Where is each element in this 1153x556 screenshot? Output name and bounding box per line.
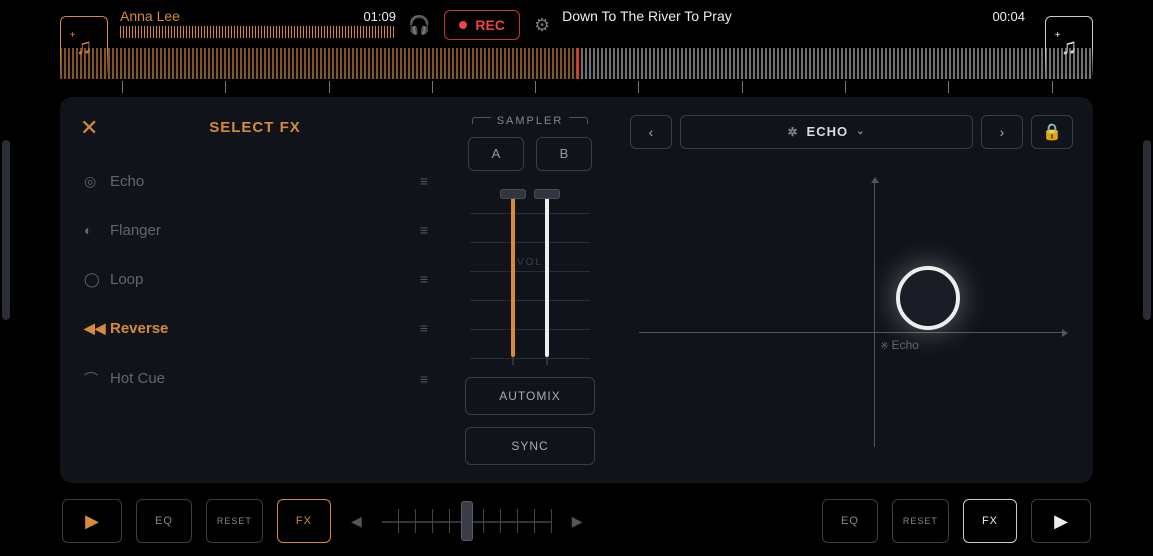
fx-selector-dropdown[interactable]: ✲ ECHO ⌄	[680, 115, 973, 149]
drag-handle-icon[interactable]: ≡	[420, 271, 426, 287]
fx-prev-button[interactable]: ‹	[630, 115, 672, 149]
sampler-a-button[interactable]: A	[468, 137, 524, 171]
volume-faders: VOL	[470, 185, 590, 365]
fx-next-button[interactable]: ›	[981, 115, 1023, 149]
xy-y-axis	[874, 181, 875, 447]
echo-fx-icon: ◎	[84, 173, 110, 190]
fx-active-icon: ✲	[787, 125, 798, 139]
fx-item-flanger[interactable]: ◐ Flanger ≡	[80, 208, 430, 253]
close-fx-panel-button[interactable]: ✕	[80, 115, 110, 141]
reset-button-a[interactable]: RESET	[206, 499, 263, 543]
main-panel: ✕ SELECT FX ◎ Echo ≡ ◐ Flanger ≡ ◯ Loop …	[60, 97, 1093, 483]
fx-select-panel: ✕ SELECT FX ◎ Echo ≡ ◐ Flanger ≡ ◯ Loop …	[80, 115, 430, 465]
waveform-deck-a	[60, 48, 577, 79]
reset-button-b[interactable]: RESET	[892, 499, 949, 543]
deck-b-info: Down To The River To Pray 00:04	[550, 8, 1037, 24]
crossfader-knob[interactable]	[461, 501, 473, 541]
beat-grid-ticks	[60, 81, 1093, 93]
drag-handle-icon[interactable]: ≡	[420, 371, 426, 387]
play-icon: ▶	[1054, 511, 1068, 532]
deck-a-mini-waveform[interactable]	[120, 26, 396, 38]
deck-a-time: 01:09	[363, 9, 396, 24]
sampler-mixer-panel: SAMPLER A B VOL AUTOMIX SYNC	[450, 115, 610, 465]
fx-button-a[interactable]: FX	[277, 499, 331, 543]
xy-origin-label: Echo	[880, 338, 919, 352]
transport-bar: ▶ EQ RESET FX ◀ ▶ EQ RESET FX ▶	[60, 495, 1093, 548]
fx-list: ◎ Echo ≡ ◐ Flanger ≡ ◯ Loop ≡ ◀◀ Reverse	[80, 159, 430, 403]
headphones-icon[interactable]: 🎧	[408, 15, 430, 36]
play-button-b[interactable]: ▶	[1031, 499, 1091, 543]
fx-selector-label: ECHO	[807, 124, 849, 139]
fx-xy-panel: ‹ ✲ ECHO ⌄ › 🔒 Echo	[630, 115, 1073, 465]
crossfader[interactable]	[382, 499, 552, 543]
fx-button-b[interactable]: FX	[963, 499, 1017, 543]
sampler-b-button[interactable]: B	[536, 137, 592, 171]
nudge-right-b[interactable]: ▶	[566, 513, 589, 530]
waveform-deck-b	[577, 48, 1094, 79]
volume-fader-a[interactable]	[510, 189, 516, 365]
lock-icon: 🔒	[1042, 122, 1062, 142]
hotcue-fx-icon: ⌒	[84, 369, 110, 389]
deck-b-time: 00:04	[992, 9, 1025, 24]
fx-panel-title: SELECT FX	[110, 119, 400, 136]
loop-fx-icon: ◯	[84, 271, 110, 288]
record-button[interactable]: REC	[444, 10, 520, 40]
xy-cursor-handle[interactable]	[896, 266, 960, 330]
sampler-section-label: SAMPLER	[472, 115, 589, 127]
fx-item-echo[interactable]: ◎ Echo ≡	[80, 159, 430, 204]
fx-lock-button[interactable]: 🔒	[1031, 115, 1073, 149]
volume-fader-b[interactable]	[544, 189, 550, 365]
deck-a-title: Anna Lee	[120, 8, 180, 24]
xy-x-axis	[639, 332, 1064, 333]
play-icon: ▶	[85, 511, 99, 532]
chevron-down-icon: ⌄	[856, 126, 865, 137]
flanger-fx-icon: ◐	[84, 222, 110, 238]
header-center-controls: 🎧 REC ⚙	[408, 8, 550, 40]
eq-button-a[interactable]: EQ	[136, 499, 192, 543]
deck-b-title: Down To The River To Pray	[562, 8, 732, 24]
record-label: REC	[475, 17, 505, 33]
settings-gear-icon[interactable]: ⚙	[534, 15, 550, 36]
drag-handle-icon[interactable]: ≡	[420, 222, 426, 238]
fx-item-reverse[interactable]: ◀◀ Reverse ≡	[80, 306, 430, 351]
main-waveform[interactable]	[60, 48, 1093, 79]
vol-label: VOL	[517, 257, 543, 268]
reverse-fx-icon: ◀◀	[84, 320, 110, 337]
record-dot-icon	[459, 21, 467, 29]
play-button-a[interactable]: ▶	[62, 499, 122, 543]
deck-a-info: Anna Lee 01:09	[108, 8, 408, 38]
nudge-left-a[interactable]: ◀	[345, 513, 368, 530]
sync-button[interactable]: SYNC	[465, 427, 595, 465]
drag-handle-icon[interactable]: ≡	[420, 173, 426, 189]
fx-item-hotcue[interactable]: ⌒ Hot Cue ≡	[80, 355, 430, 403]
automix-button[interactable]: AUTOMIX	[465, 377, 595, 415]
xy-touch-pad[interactable]: Echo	[630, 163, 1073, 465]
playhead-indicator	[577, 48, 579, 79]
fx-item-loop[interactable]: ◯ Loop ≡	[80, 257, 430, 302]
drag-handle-icon[interactable]: ≡	[420, 320, 426, 336]
eq-button-b[interactable]: EQ	[822, 499, 878, 543]
